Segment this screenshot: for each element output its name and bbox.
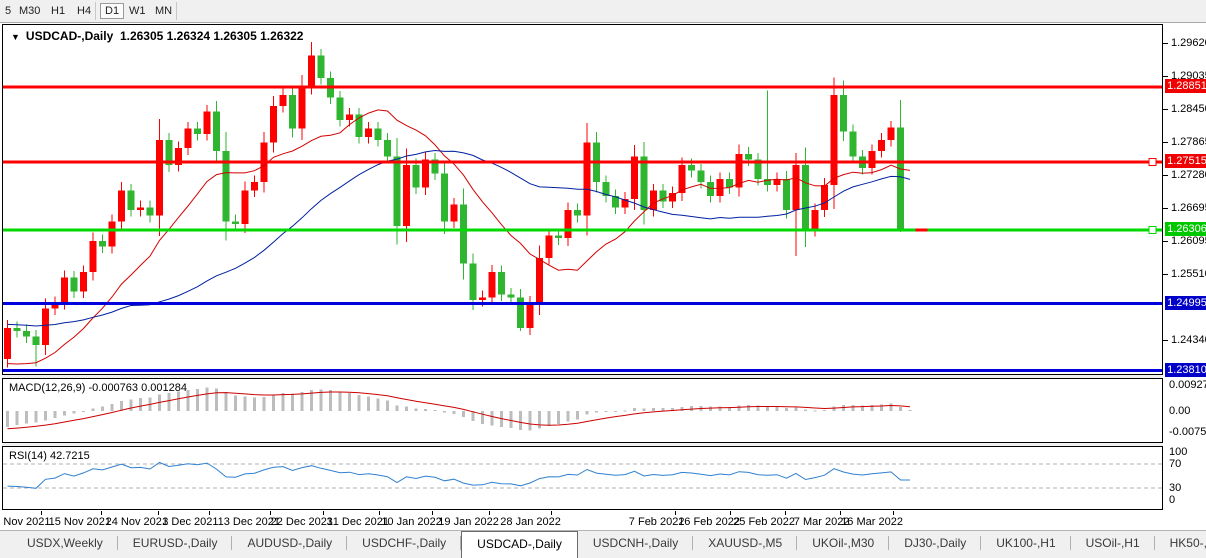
macd-axis-label: 0.009278 (1169, 379, 1206, 391)
date-tick (893, 511, 894, 515)
macd-indicator-name: MACD(12,26,9) (9, 382, 85, 394)
price-tick (1163, 340, 1168, 341)
macd-label: MACD(12,26,9) -0.000763 0.001284 (9, 382, 187, 394)
date-tick (323, 511, 324, 515)
date-tick-label: 10 Jan 2022 (381, 516, 442, 528)
chart-tab-usdcnh-[interactable]: USDCNH-,Daily (578, 531, 693, 558)
timeframe-button-h4[interactable]: H4 (74, 3, 94, 19)
date-tick (379, 511, 380, 515)
date-tick (41, 511, 42, 515)
rsi-chart[interactable] (3, 447, 1162, 509)
date-tick-label: 22 Dec 2021 (271, 516, 333, 528)
date-tick (551, 511, 552, 515)
candlestick-chart[interactable] (3, 25, 1162, 374)
date-tick (158, 511, 159, 515)
date-tick (209, 511, 210, 515)
timeframe-button-w1[interactable]: W1 (126, 3, 149, 19)
symbol-dropdown-icon[interactable]: ▼ (11, 32, 20, 42)
price-level-badge: 1.28851 (1165, 79, 1206, 93)
rsi-indicator-value: 42.7215 (50, 450, 90, 462)
timeframe-button-5[interactable]: 5 (2, 3, 14, 19)
price-tick-label: 1.26695 (1171, 202, 1206, 214)
date-tick-label: 3 Dec 2021 (162, 516, 218, 528)
rsi-axis-label: 30 (1169, 482, 1181, 494)
rsi-label: RSI(14) 42.7215 (9, 450, 90, 462)
date-tick-label: 25 Feb 2022 (733, 516, 795, 528)
date-tick-label: 16 Mar 2022 (841, 516, 903, 528)
chart-tab-xauusd-[interactable]: XAUUSD-,M5 (693, 531, 797, 558)
rsi-axis-label: 70 (1169, 458, 1181, 470)
price-tick (1163, 109, 1168, 110)
date-tick (785, 511, 786, 515)
price-tick (1163, 142, 1168, 143)
date-axis[interactable]: 5 Nov 202115 Nov 202124 Nov 20213 Dec 20… (2, 511, 1163, 530)
date-tick-label: 28 Jan 2022 (500, 516, 561, 528)
timeframe-toolbar: 5M30 H1 H4 D1W1MN (0, 0, 1206, 23)
chart-tab-usdchf-[interactable]: USDCHF-,Daily (347, 531, 461, 558)
chart-tab-uk100-[interactable]: UK100-,H1 (981, 531, 1070, 558)
price-tick-label: 1.24340 (1171, 334, 1206, 346)
price-tick (1163, 208, 1168, 209)
chart-tab-usdx[interactable]: USDX,Weekly (12, 531, 118, 558)
chart-tab-ukoil-[interactable]: UKOil-,M30 (797, 531, 889, 558)
macd-axis-label: -0.007504 (1169, 426, 1206, 438)
chart-tabs-bar: USDX,WeeklyEURUSD-,DailyAUDUSD-,DailyUSD… (0, 530, 1206, 558)
quote-ohlc: 1.26305 1.26324 1.26305 1.26322 (120, 29, 304, 43)
price-tick (1163, 274, 1168, 275)
price-level-badge: 1.26306 (1165, 222, 1206, 236)
chart-tab-usdcad-[interactable]: USDCAD-,Daily (461, 531, 578, 558)
chart-tab-hk50-[interactable]: HK50-,Daily (1155, 531, 1206, 558)
date-tick (489, 511, 490, 515)
date-tick-label: 24 Nov 2021 (106, 516, 168, 528)
price-tick (1163, 76, 1168, 77)
price-axis[interactable]: 1.296201.290351.284501.278651.272801.266… (1164, 24, 1206, 511)
timeframe-button-h1[interactable]: H1 (48, 3, 68, 19)
macd-indicator-values: -0.000763 0.001284 (88, 382, 186, 394)
timeframe-button-mn[interactable]: MN (152, 3, 175, 19)
price-level-badge: 1.23810 (1165, 363, 1206, 377)
symbol-name: USDCAD-,Daily (26, 29, 113, 43)
price-tick (1163, 175, 1168, 176)
chart-title: ▼ USDCAD-,Daily 1.26305 1.26324 1.26305 1… (11, 29, 303, 43)
macd-axis-label: 0.00 (1169, 405, 1190, 417)
price-tick (1163, 43, 1168, 44)
date-tick-label: 19 Jan 2022 (438, 516, 499, 528)
toolbar-separator (95, 2, 96, 20)
price-tick-label: 1.27865 (1171, 136, 1206, 148)
timeframe-button-m30[interactable]: M30 (16, 3, 43, 19)
macd-panel[interactable]: MACD(12,26,9) -0.000763 0.001284 (2, 378, 1163, 443)
rsi-axis-label: 0 (1169, 494, 1175, 506)
date-tick (101, 511, 102, 515)
timeframe-button-d1[interactable]: D1 (100, 3, 124, 19)
price-tick (1163, 241, 1168, 242)
toolbar-separator (176, 2, 177, 20)
date-tick-label: 7 Feb 2022 (629, 516, 685, 528)
date-tick-label: 5 Nov 2021 (0, 516, 51, 528)
price-tick-label: 1.28450 (1171, 103, 1206, 115)
price-tick-label: 1.26095 (1171, 235, 1206, 247)
rsi-panel[interactable]: RSI(14) 42.7215 (2, 446, 1163, 510)
date-tick (432, 511, 433, 515)
date-tick-label: 16 Feb 2022 (678, 516, 740, 528)
rsi-indicator-name: RSI(14) (9, 450, 47, 462)
date-tick (840, 511, 841, 515)
date-tick-label: 15 Nov 2021 (49, 516, 111, 528)
price-level-badge: 1.24995 (1165, 296, 1206, 310)
chart-tab-usoil-[interactable]: USOil-,H1 (1071, 531, 1155, 558)
date-tick (730, 511, 731, 515)
price-tick-label: 1.27280 (1171, 169, 1206, 181)
chart-tab-dj30-[interactable]: DJ30-,Daily (889, 531, 981, 558)
price-tick-label: 1.29620 (1171, 37, 1206, 49)
date-tick-label: 31 Dec 2021 (327, 516, 389, 528)
chart-tab-audusd-[interactable]: AUDUSD-,Daily (232, 531, 347, 558)
price-level-badge: 1.27515 (1165, 154, 1206, 168)
date-tick (675, 511, 676, 515)
price-chart-panel[interactable]: ▼ USDCAD-,Daily 1.26305 1.26324 1.26305 1… (2, 24, 1163, 375)
chart-tab-eurusd-[interactable]: EURUSD-,Daily (118, 531, 233, 558)
rsi-axis-label: 100 (1169, 446, 1187, 458)
price-tick-label: 1.25510 (1171, 268, 1206, 280)
date-tick (270, 511, 271, 515)
